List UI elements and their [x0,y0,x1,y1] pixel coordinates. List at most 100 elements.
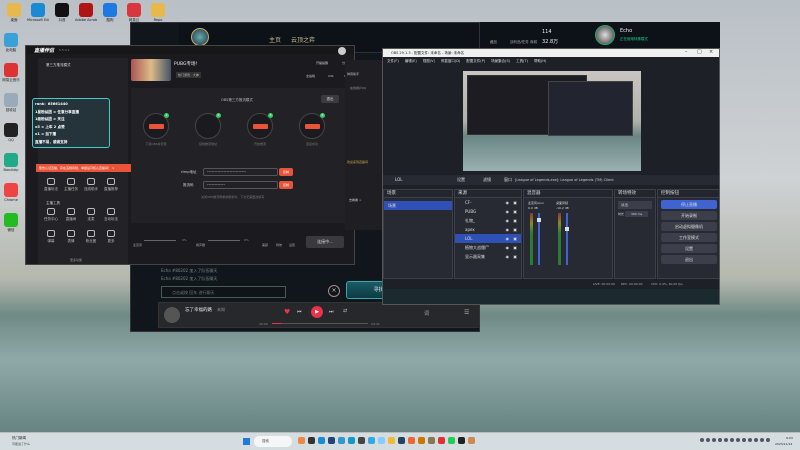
tool-button[interactable]: 直播玩法 [42,178,60,192]
taskbar-app-icon[interactable] [348,437,355,444]
minimize-button[interactable]: – [685,49,688,55]
beauty-button[interactable]: 美颜 [262,243,268,247]
lol-collection[interactable]: 藏品 [490,40,497,45]
window-select[interactable]: [League of Legends.exe]: League of Legen… [515,175,614,185]
rank-button[interactable]: 全站榜 [306,74,315,78]
lock-icon[interactable]: ▣ [513,207,517,216]
tool-button[interactable]: 表情 [62,230,80,244]
control-button[interactable]: 设置 [661,244,717,253]
close-button[interactable]: × [709,49,713,55]
taskbar-app-icon[interactable] [448,437,455,444]
taskbar-app-icon[interactable] [408,437,415,444]
lock-icon[interactable]: ▣ [513,225,517,234]
control-button[interactable]: 开始录制 [661,211,717,220]
tray-icon[interactable] [760,438,764,442]
tool-button[interactable]: 弹幕 [42,230,60,244]
taskbar-app-icon[interactable] [418,437,425,444]
chat-input[interactable]: 点击或按 回车 进行聊天 [161,286,286,298]
source-item[interactable]: apex ◉ ▣ [455,225,521,234]
control-button[interactable]: 停止直播 [661,200,717,209]
filters-button[interactable]: 滤镜 [483,175,491,185]
lock-icon[interactable]: ▣ [513,252,517,261]
avatar[interactable] [595,25,615,45]
visibility-eye-icon[interactable]: ◉ [506,243,510,252]
taskbar-app-icon[interactable] [388,437,395,444]
desktop-icon[interactable]: 微信 [0,212,22,238]
lyric-button[interactable]: 词 [424,310,429,317]
volume-slider[interactable] [537,213,541,265]
menu-item[interactable]: 场景集合(S) [491,59,510,64]
taskbar-app-icon[interactable] [468,437,475,444]
desktop-icon[interactable]: QQ [0,122,22,148]
lol-nav-tft[interactable]: 云顶之弈 [291,35,315,44]
desktop-icon[interactable]: 桌面 [3,2,25,28]
mic-slider[interactable] [144,240,176,241]
tray-icon[interactable] [700,438,704,442]
tool-button[interactable]: 主播任务 [62,178,80,192]
step-action-button[interactable] [305,124,320,129]
taskbar-app-icon[interactable] [318,437,325,444]
taskbar-app-icon[interactable] [328,437,335,444]
tray-icon[interactable] [754,438,758,442]
tool-button[interactable]: 连麦 [82,208,100,222]
taskbar-app-icon[interactable] [338,437,345,444]
tray-icon[interactable] [718,438,722,442]
lock-icon[interactable]: ▣ [513,198,517,207]
visibility-eye-icon[interactable]: ◉ [506,198,510,207]
shuffle-icon[interactable]: ⇄ [343,308,347,314]
song-title[interactable]: 忘了幸福的路 [185,307,212,313]
play-button[interactable]: ▶ [311,306,323,318]
album-cover[interactable] [164,307,180,323]
tray-icon[interactable] [712,438,716,442]
menu-item[interactable]: 配置文件(P) [466,59,485,64]
desktop-icon[interactable]: Microsoft Edge [27,2,49,28]
menu-item[interactable]: 停靠窗口(D) [441,59,460,64]
clock-time[interactable]: 9:03 [786,436,793,440]
lol-nav-home[interactable]: 主页 [269,35,281,44]
settings-button[interactable]: 设置 [289,243,295,247]
desktop-icon[interactable]: 酷狗 [99,2,121,28]
taskbar-app-icon[interactable] [308,437,315,444]
like-icon[interactable]: ♥ [284,308,290,316]
taskbar-app-icon[interactable] [358,437,365,444]
playlist-icon[interactable]: ☰ [464,309,469,316]
tool-button[interactable]: 粉丝团 [82,230,100,244]
room-category[interactable]: 热门游戏 · 大神 [176,72,201,78]
tool-button[interactable]: 直播推荐 [102,178,120,192]
go-see-link[interactable]: 去看看 > [349,198,361,202]
transition-select[interactable]: 淡出 [618,201,652,209]
copy-key-button[interactable]: 复制 [279,181,293,189]
connecting-button[interactable]: 连接中... [306,236,344,248]
taskbar-app-icon[interactable] [438,437,445,444]
start-button[interactable] [243,438,250,445]
source-item[interactable]: CF- ◉ ▣ [455,198,521,207]
rtmp-field[interactable]: ************************** [203,168,278,176]
control-button[interactable]: 启动虚拟摄像机 [661,222,717,231]
source-item[interactable]: PUBG ◉ ▣ [455,207,521,216]
search-box[interactable]: 搜索 [254,436,292,447]
live-reminder-button[interactable]: 开播提醒 [316,61,328,65]
menu-item[interactable]: 帮助(H) [534,59,546,64]
taskbar-app-icon[interactable] [378,437,385,444]
menu-item[interactable]: 文件(F) [387,59,399,64]
desktop-icon[interactable]: Chrome [0,182,22,208]
taskbar-app-icon[interactable] [368,437,375,444]
taskbar-app-icon[interactable] [398,437,405,444]
clock-date[interactable]: 2023/11/14 [775,442,792,446]
source-item[interactable]: 礼物_ ◉ ▣ [455,216,521,225]
tray-icon[interactable] [748,438,752,442]
tool-button[interactable]: 互动玩法 [102,208,120,222]
desktop-icon[interactable]: Adobe Acrobat [75,2,97,28]
lol-loot[interactable]: 战利品/任务 [510,40,529,45]
step-action-button[interactable] [149,124,164,129]
source-item[interactable]: LOL ◉ ▣ [455,234,521,243]
room-cover[interactable] [131,59,171,81]
copy-rtmp-button[interactable]: 复制 [279,168,293,176]
control-button[interactable]: 退出 [661,255,717,264]
obs-preview[interactable] [463,71,641,171]
slider-handle[interactable] [565,227,569,232]
lock-icon[interactable]: ▣ [513,243,517,252]
menu-item[interactable]: 工具(T) [516,59,528,64]
tray-icon[interactable] [724,438,728,442]
menu-item[interactable]: 视图(V) [423,59,435,64]
